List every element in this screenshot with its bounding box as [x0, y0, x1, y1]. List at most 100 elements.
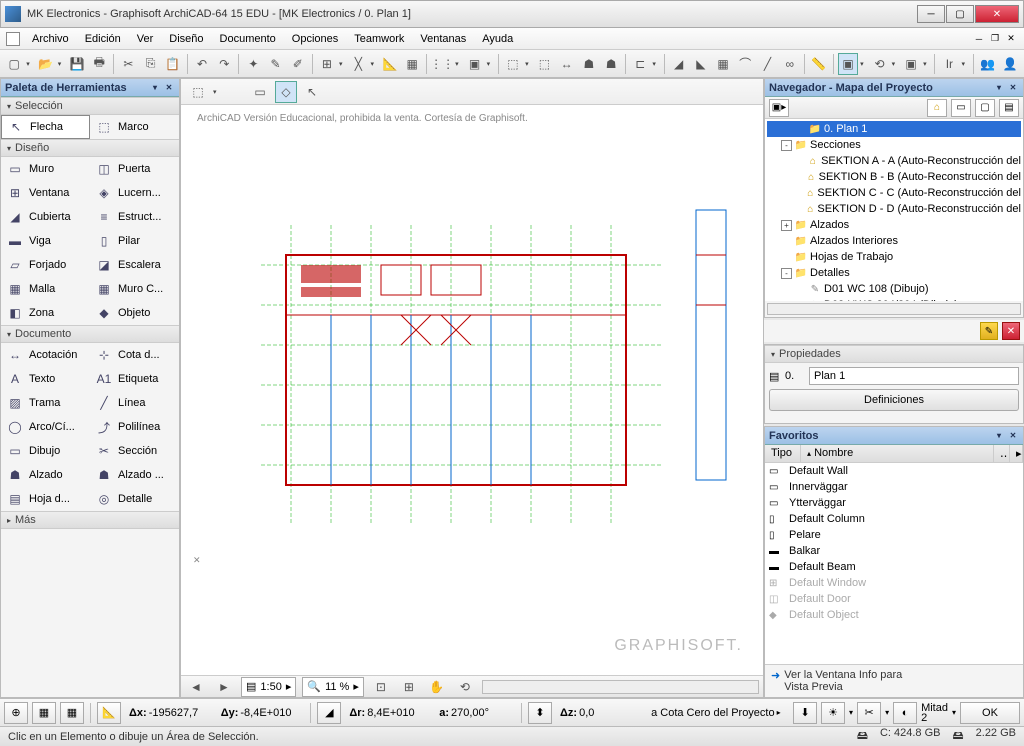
tool-pilar[interactable]: ▯Pilar	[90, 229, 179, 253]
undo-button[interactable]: ↶	[192, 53, 212, 75]
favorites-list[interactable]: ▭Default Wall▭Innerväggar▭Ytterväggar▯De…	[765, 463, 1023, 664]
tool-alzado[interactable]: ☗Alzado ...	[90, 463, 179, 487]
edit-button[interactable]: ✎	[980, 322, 998, 340]
tree-item[interactable]: ⌂SEKTION C - C (Auto-Reconstrucción del	[767, 185, 1021, 201]
tool-cotad[interactable]: ⊹Cota d...	[90, 343, 179, 367]
tree-item[interactable]: ⌂SEKTION A - A (Auto-Reconstrucción del	[767, 153, 1021, 169]
menu-documento[interactable]: Documento	[212, 31, 284, 47]
tree-item[interactable]: 📁0. Plan 1	[767, 121, 1021, 137]
copy-button[interactable]: ⎘	[141, 53, 161, 75]
tool-escalera[interactable]: ◪Escalera	[90, 253, 179, 277]
elev-button[interactable]: ☗	[579, 53, 599, 75]
dropper-button[interactable]: ✎	[265, 53, 285, 75]
tree-item[interactable]: ⌂SEKTION B - B (Auto-Reconstrucción del	[767, 169, 1021, 185]
orbit-nav-button[interactable]: ⟲	[454, 676, 476, 698]
print-button[interactable]: 🖶	[89, 53, 109, 75]
section-documento[interactable]: ▾Documento	[1, 325, 179, 343]
scale-selector[interactable]: ▤1:50▸	[241, 677, 296, 697]
tool-muro[interactable]: ▭Muro	[1, 157, 90, 181]
palette-close-icon[interactable]: ✕	[163, 82, 175, 94]
guide-button[interactable]: ╳	[348, 53, 368, 75]
favorite-item[interactable]: ▬Balkar	[765, 543, 1023, 559]
tool-acotacin[interactable]: ↔Acotación	[1, 343, 90, 367]
tool-puerta[interactable]: ◫Puerta	[90, 157, 179, 181]
tool-etiqueta[interactable]: A1Etiqueta	[90, 367, 179, 391]
drawing-canvas[interactable]: ArchiCAD Versión Educacional, prohibida …	[181, 105, 763, 675]
nav-menu-icon[interactable]: ▾	[993, 82, 1005, 94]
section-seleccion[interactable]: ▾Selección	[1, 97, 179, 115]
favorite-item[interactable]: ▭Default Wall	[765, 463, 1023, 479]
nav-right-button[interactable]: ►	[213, 676, 235, 698]
syringe-button[interactable]: ✐	[288, 53, 308, 75]
measure-button[interactable]: 📏	[809, 53, 829, 75]
tree-item[interactable]: +📁Alzados	[767, 217, 1021, 233]
menu-ayuda[interactable]: Ayuda	[474, 31, 521, 47]
half-icon[interactable]: ◐	[893, 702, 917, 724]
definitions-button[interactable]: Definiciones	[769, 389, 1019, 411]
tool-viga[interactable]: ▬Viga	[1, 229, 90, 253]
tool-polilnea[interactable]: ⤴Polilínea	[90, 415, 179, 439]
tool-lucern[interactable]: ◈Lucern...	[90, 181, 179, 205]
mdi-minimize[interactable]: ─	[972, 32, 986, 46]
trace-ref-button[interactable]: ⬚	[187, 81, 209, 103]
fit-button[interactable]: ▣	[901, 53, 921, 75]
menu-opciones[interactable]: Opciones	[284, 31, 346, 47]
line-button[interactable]: ╱	[757, 53, 777, 75]
tree-item[interactable]: 📁Alzados Interiores	[767, 233, 1021, 249]
coord-snap-button[interactable]: ▦	[60, 702, 84, 724]
nav-home-button[interactable]: ⌂	[927, 99, 947, 117]
zoom-selector[interactable]: 🔍11 %▸	[302, 677, 364, 697]
favorites-header[interactable]: Favoritos ▾✕	[765, 427, 1023, 445]
tool-malla[interactable]: ▦Malla	[1, 277, 90, 301]
nav-mode-button[interactable]: ▣▸	[769, 99, 789, 117]
tree-item[interactable]: 📁Hojas de Trabajo	[767, 249, 1021, 265]
tree-item[interactable]: -📁Detalles	[767, 265, 1021, 281]
coord-grid-button[interactable]: ▦	[32, 702, 56, 724]
tool-arcoc[interactable]: ◯Arco/Cí...	[1, 415, 90, 439]
nav-view-button[interactable]: ▭	[951, 99, 971, 117]
tool-estruct[interactable]: ≡Estruct...	[90, 205, 179, 229]
coord-polar-button[interactable]: ◢	[317, 702, 341, 724]
align-button[interactable]: ▣	[464, 53, 484, 75]
teamwork-button[interactable]: 👥	[978, 53, 998, 75]
favorite-item[interactable]: ▭Ytterväggar	[765, 495, 1023, 511]
paste-button[interactable]: 📋	[163, 53, 183, 75]
sun-button[interactable]: ☀	[821, 702, 845, 724]
orbit-button[interactable]: ⟲	[869, 53, 889, 75]
tree-item[interactable]: ✎D01 WC 108 (Dibujo)	[767, 281, 1021, 297]
tool-seccin[interactable]: ✂Sección	[90, 439, 179, 463]
text-button[interactable]: Ir	[939, 53, 959, 75]
tool-detalle[interactable]: ◎Detalle	[90, 487, 179, 511]
nav-layout-button[interactable]: ▢	[975, 99, 995, 117]
cut-button[interactable]: ✂	[118, 53, 138, 75]
mesh-button[interactable]: ▦	[713, 53, 733, 75]
user-button[interactable]: 👤	[1000, 53, 1020, 75]
menu-teamwork[interactable]: Teamwork	[346, 31, 412, 47]
shell-button[interactable]: ◣	[691, 53, 711, 75]
split-button[interactable]: ✂	[857, 702, 881, 724]
open-button[interactable]: 📂	[36, 53, 56, 75]
ok-button[interactable]: OK	[960, 702, 1020, 724]
tool-marco[interactable]: ⬚Marco	[90, 115, 179, 139]
pan-button[interactable]: ✋	[426, 676, 448, 698]
favorite-item[interactable]: ◆Default Object	[765, 607, 1023, 623]
mdi-restore[interactable]: ❐	[988, 32, 1002, 46]
nav-left-button[interactable]: ◄	[185, 676, 207, 698]
save-button[interactable]: 💾	[67, 53, 87, 75]
arrow-button[interactable]: ↖	[301, 81, 323, 103]
favorite-item[interactable]: ▯Default Column	[765, 511, 1023, 527]
grid-toggle[interactable]: ⋮⋮	[431, 53, 453, 75]
hscrollbar[interactable]	[482, 680, 759, 694]
menu-ver[interactable]: Ver	[129, 31, 162, 47]
props-name-input[interactable]	[809, 367, 1019, 385]
menu-diseño[interactable]: Diseño	[161, 31, 211, 47]
trace-button[interactable]: ⬚	[534, 53, 554, 75]
coord-z-button[interactable]: ⬍	[528, 702, 552, 724]
tool-flecha[interactable]: ↖Flecha	[1, 115, 90, 139]
layer-button[interactable]: ⬚	[503, 53, 523, 75]
tool-lnea[interactable]: ╱Línea	[90, 391, 179, 415]
panel-close-button[interactable]: ✕	[1002, 322, 1020, 340]
tool-alzado[interactable]: ☗Alzado	[1, 463, 90, 487]
dim-button[interactable]: ↔	[557, 53, 577, 75]
tool-zona[interactable]: ◧Zona	[1, 301, 90, 325]
